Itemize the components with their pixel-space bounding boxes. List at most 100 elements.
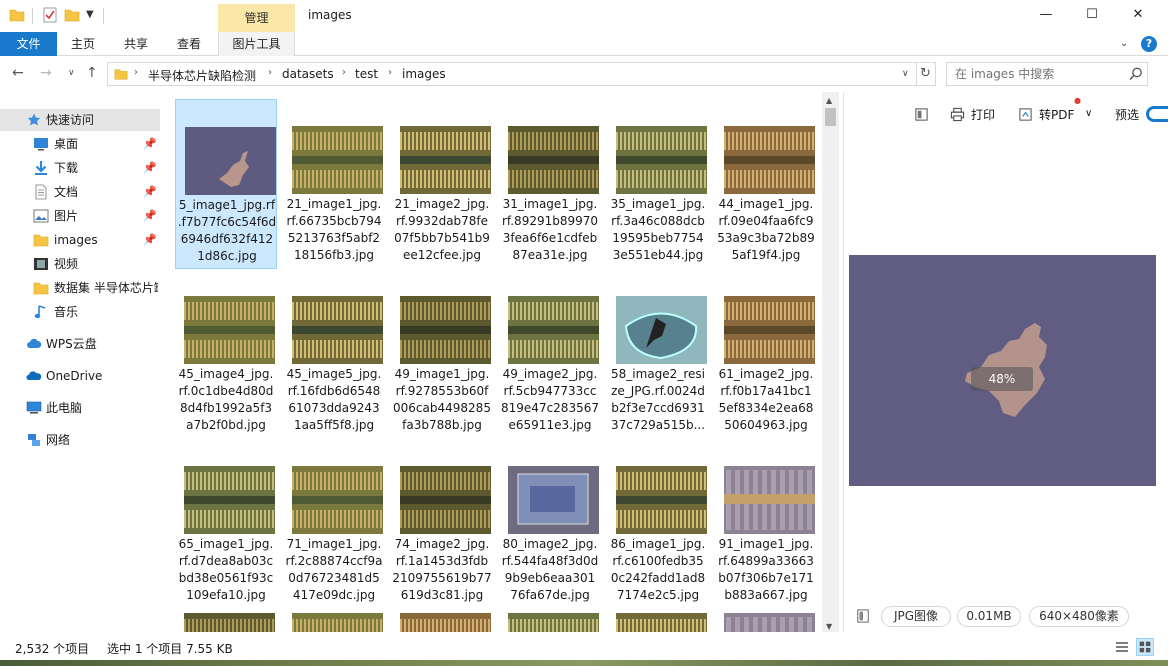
- back-button[interactable]: ←: [12, 65, 24, 81]
- pin-icon[interactable]: 📌: [143, 181, 157, 203]
- address-bar[interactable]: › 半导体芯片缺陷检测 › datasets › test › images: [107, 62, 917, 86]
- search-icon[interactable]: [1128, 66, 1144, 82]
- forward-button[interactable]: →: [40, 65, 52, 81]
- sidebar-item-onedrive[interactable]: OneDrive: [0, 365, 160, 387]
- manage-tab[interactable]: 管理: [218, 4, 295, 32]
- sidebar-item-desktop[interactable]: 桌面 📌: [0, 133, 160, 155]
- preview-toggle-switch[interactable]: [1146, 106, 1168, 122]
- customize-quick-access-dropdown[interactable]: ▼: [86, 9, 102, 25]
- file-item[interactable]: 45_image4_jpg. rf.0c1dbe4d80d 8d4fb1992a5f…: [175, 269, 277, 439]
- sidebar-item-dataset-folder[interactable]: 数据集 半导体芯片缺: [0, 277, 160, 299]
- file-item[interactable]: 21_image1_jpg. rf.66735bcb794 5213763f5abf…: [283, 99, 385, 269]
- file-item[interactable]: 86_image1_jpg. rf.c6100fedb35 0c242fadd1ad…: [607, 439, 709, 609]
- breadcrumb-item[interactable]: 半导体芯片缺陷检测: [148, 67, 256, 84]
- file-name-line: 2109755619b77: [392, 571, 492, 585]
- new-folder-icon[interactable]: [64, 7, 80, 23]
- convert-pdf-icon[interactable]: [1018, 107, 1033, 122]
- file-name-line: b2f3e7ccd6931: [611, 401, 705, 415]
- pin-icon[interactable]: 📌: [143, 229, 157, 251]
- breadcrumb-separator-icon[interactable]: ›: [388, 67, 392, 78]
- file-item[interactable]: 5_image1_jpg.rf .f7b77fc6c54f6d 6946df632f…: [175, 99, 277, 269]
- image-preview[interactable]: 48%: [849, 255, 1156, 486]
- search-box[interactable]: [946, 62, 1148, 86]
- address-history-dropdown[interactable]: ∨: [902, 69, 909, 79]
- file-thumbnail[interactable]: [184, 613, 275, 632]
- pin-icon[interactable]: 📌: [143, 133, 157, 155]
- file-item[interactable]: 45_image5_jpg. rf.16fdb6d6548 61073dda9243…: [283, 269, 385, 439]
- breadcrumb-item[interactable]: images: [402, 67, 446, 81]
- file-thumbnail[interactable]: [616, 613, 707, 632]
- file-type-badge: JPG图像: [881, 606, 951, 627]
- preview-mode-icon[interactable]: [914, 107, 929, 122]
- properties-icon[interactable]: [42, 7, 58, 23]
- sidebar-item-quick-access[interactable]: 快速访问: [0, 109, 160, 131]
- file-name-line: 80_image2_jpg.: [502, 537, 598, 551]
- ribbon-expand-icon[interactable]: ⌄: [1120, 38, 1128, 49]
- breadcrumb-separator-icon[interactable]: ›: [342, 67, 346, 78]
- large-icons-view-icon[interactable]: [1136, 638, 1154, 656]
- scroll-down-arrow-icon[interactable]: ▼: [826, 622, 832, 631]
- file-item[interactable]: 49_image1_jpg. rf.9278553b60f 006cab449828…: [391, 269, 493, 439]
- file-item[interactable]: 91_image1_jpg. rf.64899a33663 b07f306b7e17…: [715, 439, 817, 609]
- music-icon: [34, 305, 46, 319]
- file-item[interactable]: 61_image2_jpg. rf.f0b17a41bc1 5ef8334e2ea6…: [715, 269, 817, 439]
- close-button[interactable]: ✕: [1115, 0, 1161, 32]
- folder-icon[interactable]: [9, 7, 25, 23]
- sidebar-item-network[interactable]: 网络: [0, 429, 160, 451]
- breadcrumb-item[interactable]: datasets: [282, 67, 334, 81]
- file-item[interactable]: 31_image1_jpg. rf.89291b89970 3fea6f6e1cdf…: [499, 99, 601, 269]
- print-button[interactable]: 打印: [971, 106, 995, 123]
- scroll-up-arrow-icon[interactable]: ▲: [826, 96, 832, 105]
- desktop-icon: [34, 138, 48, 151]
- breadcrumb-separator-icon[interactable]: ›: [134, 67, 138, 78]
- file-item[interactable]: 35_image1_jpg. rf.3a46c088dcb 19595beb7754…: [607, 99, 709, 269]
- sidebar-item-wps-cloud[interactable]: WPS云盘: [0, 333, 160, 355]
- sidebar-item-videos[interactable]: 视频: [0, 253, 160, 275]
- file-item[interactable]: 49_image2_jpg. rf.5cb947733cc 819e47c28356…: [499, 269, 601, 439]
- zoom-level-badge: 48%: [971, 367, 1033, 391]
- file-thumbnail[interactable]: [292, 613, 383, 632]
- printer-icon[interactable]: [950, 107, 965, 122]
- file-info-icon[interactable]: [856, 609, 870, 623]
- file-item[interactable]: 71_image1_jpg. rf.2c88874ccf9a 0d76723481d…: [283, 439, 385, 609]
- sidebar-item-this-pc[interactable]: 此电脑: [0, 397, 160, 419]
- up-button[interactable]: ↑: [86, 65, 98, 81]
- tab-share[interactable]: 共享: [115, 32, 157, 56]
- maximize-button[interactable]: ☐: [1069, 0, 1115, 32]
- sidebar-item-music[interactable]: 音乐: [0, 301, 160, 323]
- tab-picture-tools[interactable]: 图片工具: [218, 32, 295, 56]
- file-thumbnail[interactable]: [724, 613, 815, 632]
- file-item[interactable]: 80_image2_jpg. rf.544fa48f3d0d 9b9eb6eaa30…: [499, 439, 601, 609]
- file-name-line: rf.9932dab78fe: [395, 214, 489, 228]
- tab-file[interactable]: 文件: [0, 32, 57, 56]
- recent-locations-dropdown[interactable]: ∨: [68, 68, 75, 78]
- vertical-scrollbar[interactable]: [822, 92, 839, 632]
- tab-view[interactable]: 查看: [168, 32, 210, 56]
- details-view-icon[interactable]: [1113, 638, 1131, 656]
- file-item[interactable]: 44_image1_jpg. rf.09e04faa6fc9 53a9c3ba72b…: [715, 99, 817, 269]
- sidebar-item-downloads[interactable]: 下载 📌: [0, 157, 160, 179]
- scrollbar-thumb[interactable]: [825, 108, 836, 126]
- minimize-button[interactable]: —: [1023, 0, 1069, 32]
- pdf-options-dropdown-icon[interactable]: ∨: [1085, 108, 1092, 119]
- tab-home[interactable]: 主页: [62, 32, 104, 56]
- breadcrumb-separator-icon[interactable]: ›: [268, 67, 272, 78]
- sidebar-item-images[interactable]: images 📌: [0, 229, 160, 251]
- refresh-button[interactable]: ↻: [916, 62, 936, 86]
- file-thumbnail[interactable]: [400, 613, 491, 632]
- file-thumbnail[interactable]: [508, 613, 599, 632]
- file-item[interactable]: 58_image2_resi ze_JPG.rf.0024d b2f3e7ccd69…: [607, 269, 709, 439]
- file-item[interactable]: 65_image1_jpg. rf.d7dea8ab03c bd38e0561f93…: [175, 439, 277, 609]
- pin-icon[interactable]: 📌: [143, 205, 157, 227]
- convert-pdf-button[interactable]: 转PDF: [1039, 106, 1074, 123]
- search-input[interactable]: [955, 66, 1125, 82]
- pin-icon[interactable]: 📌: [143, 157, 157, 179]
- folder-icon: [33, 282, 49, 295]
- breadcrumb-item[interactable]: test: [355, 67, 378, 81]
- file-item[interactable]: 74_image2_jpg. rf.1a1453d3fdb 2109755619b7…: [391, 439, 493, 609]
- file-item[interactable]: 21_image2_jpg. rf.9932dab78fe 07f5bb7b541b…: [391, 99, 493, 269]
- file-name-line: 9b9eb6eaa301: [504, 571, 596, 585]
- sidebar-item-pictures[interactable]: 图片 📌: [0, 205, 160, 227]
- sidebar-item-documents[interactable]: 文档 📌: [0, 181, 160, 203]
- help-icon[interactable]: ?: [1141, 36, 1157, 52]
